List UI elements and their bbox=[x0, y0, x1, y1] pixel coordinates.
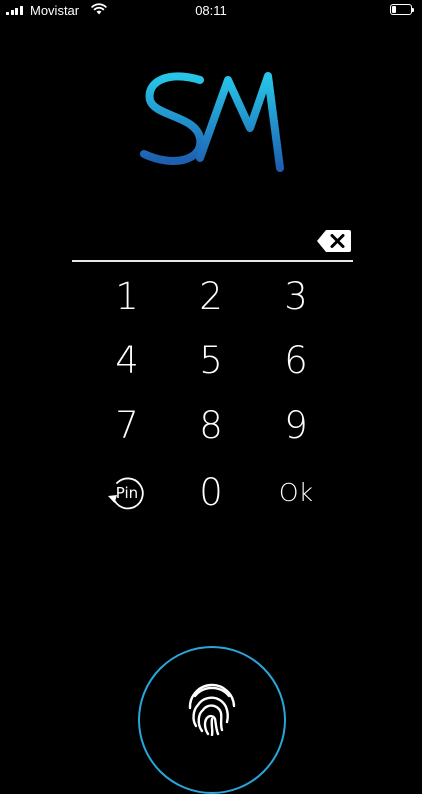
fingerprint-button[interactable] bbox=[138, 646, 286, 794]
key-5[interactable]: 5 bbox=[176, 333, 246, 387]
key-7[interactable]: 7 bbox=[92, 398, 162, 452]
key-6[interactable]: 6 bbox=[261, 333, 331, 387]
clock: 08:11 bbox=[195, 3, 227, 18]
key-0[interactable]: 0 bbox=[176, 465, 246, 519]
pin-mode-button[interactable]: Pin bbox=[105, 472, 149, 516]
pin-input[interactable] bbox=[72, 226, 353, 254]
status-bar: Movistar 08:11 bbox=[0, 0, 422, 20]
pin-mode-label: Pin bbox=[115, 484, 139, 502]
key-8[interactable]: 8 bbox=[176, 398, 246, 452]
key-1[interactable]: 1 bbox=[92, 269, 162, 323]
sm-logo: SM bbox=[140, 72, 284, 172]
ok-button[interactable]: Ok bbox=[261, 465, 331, 519]
key-9[interactable]: 9 bbox=[261, 398, 331, 452]
key-4[interactable]: 4 bbox=[92, 333, 162, 387]
key-3[interactable]: 3 bbox=[261, 269, 331, 323]
battery-icon bbox=[390, 4, 414, 15]
backspace-icon[interactable] bbox=[316, 229, 352, 253]
fingerprint-icon bbox=[188, 683, 236, 736]
pin-input-underline bbox=[72, 260, 353, 262]
key-2[interactable]: 2 bbox=[176, 269, 246, 323]
